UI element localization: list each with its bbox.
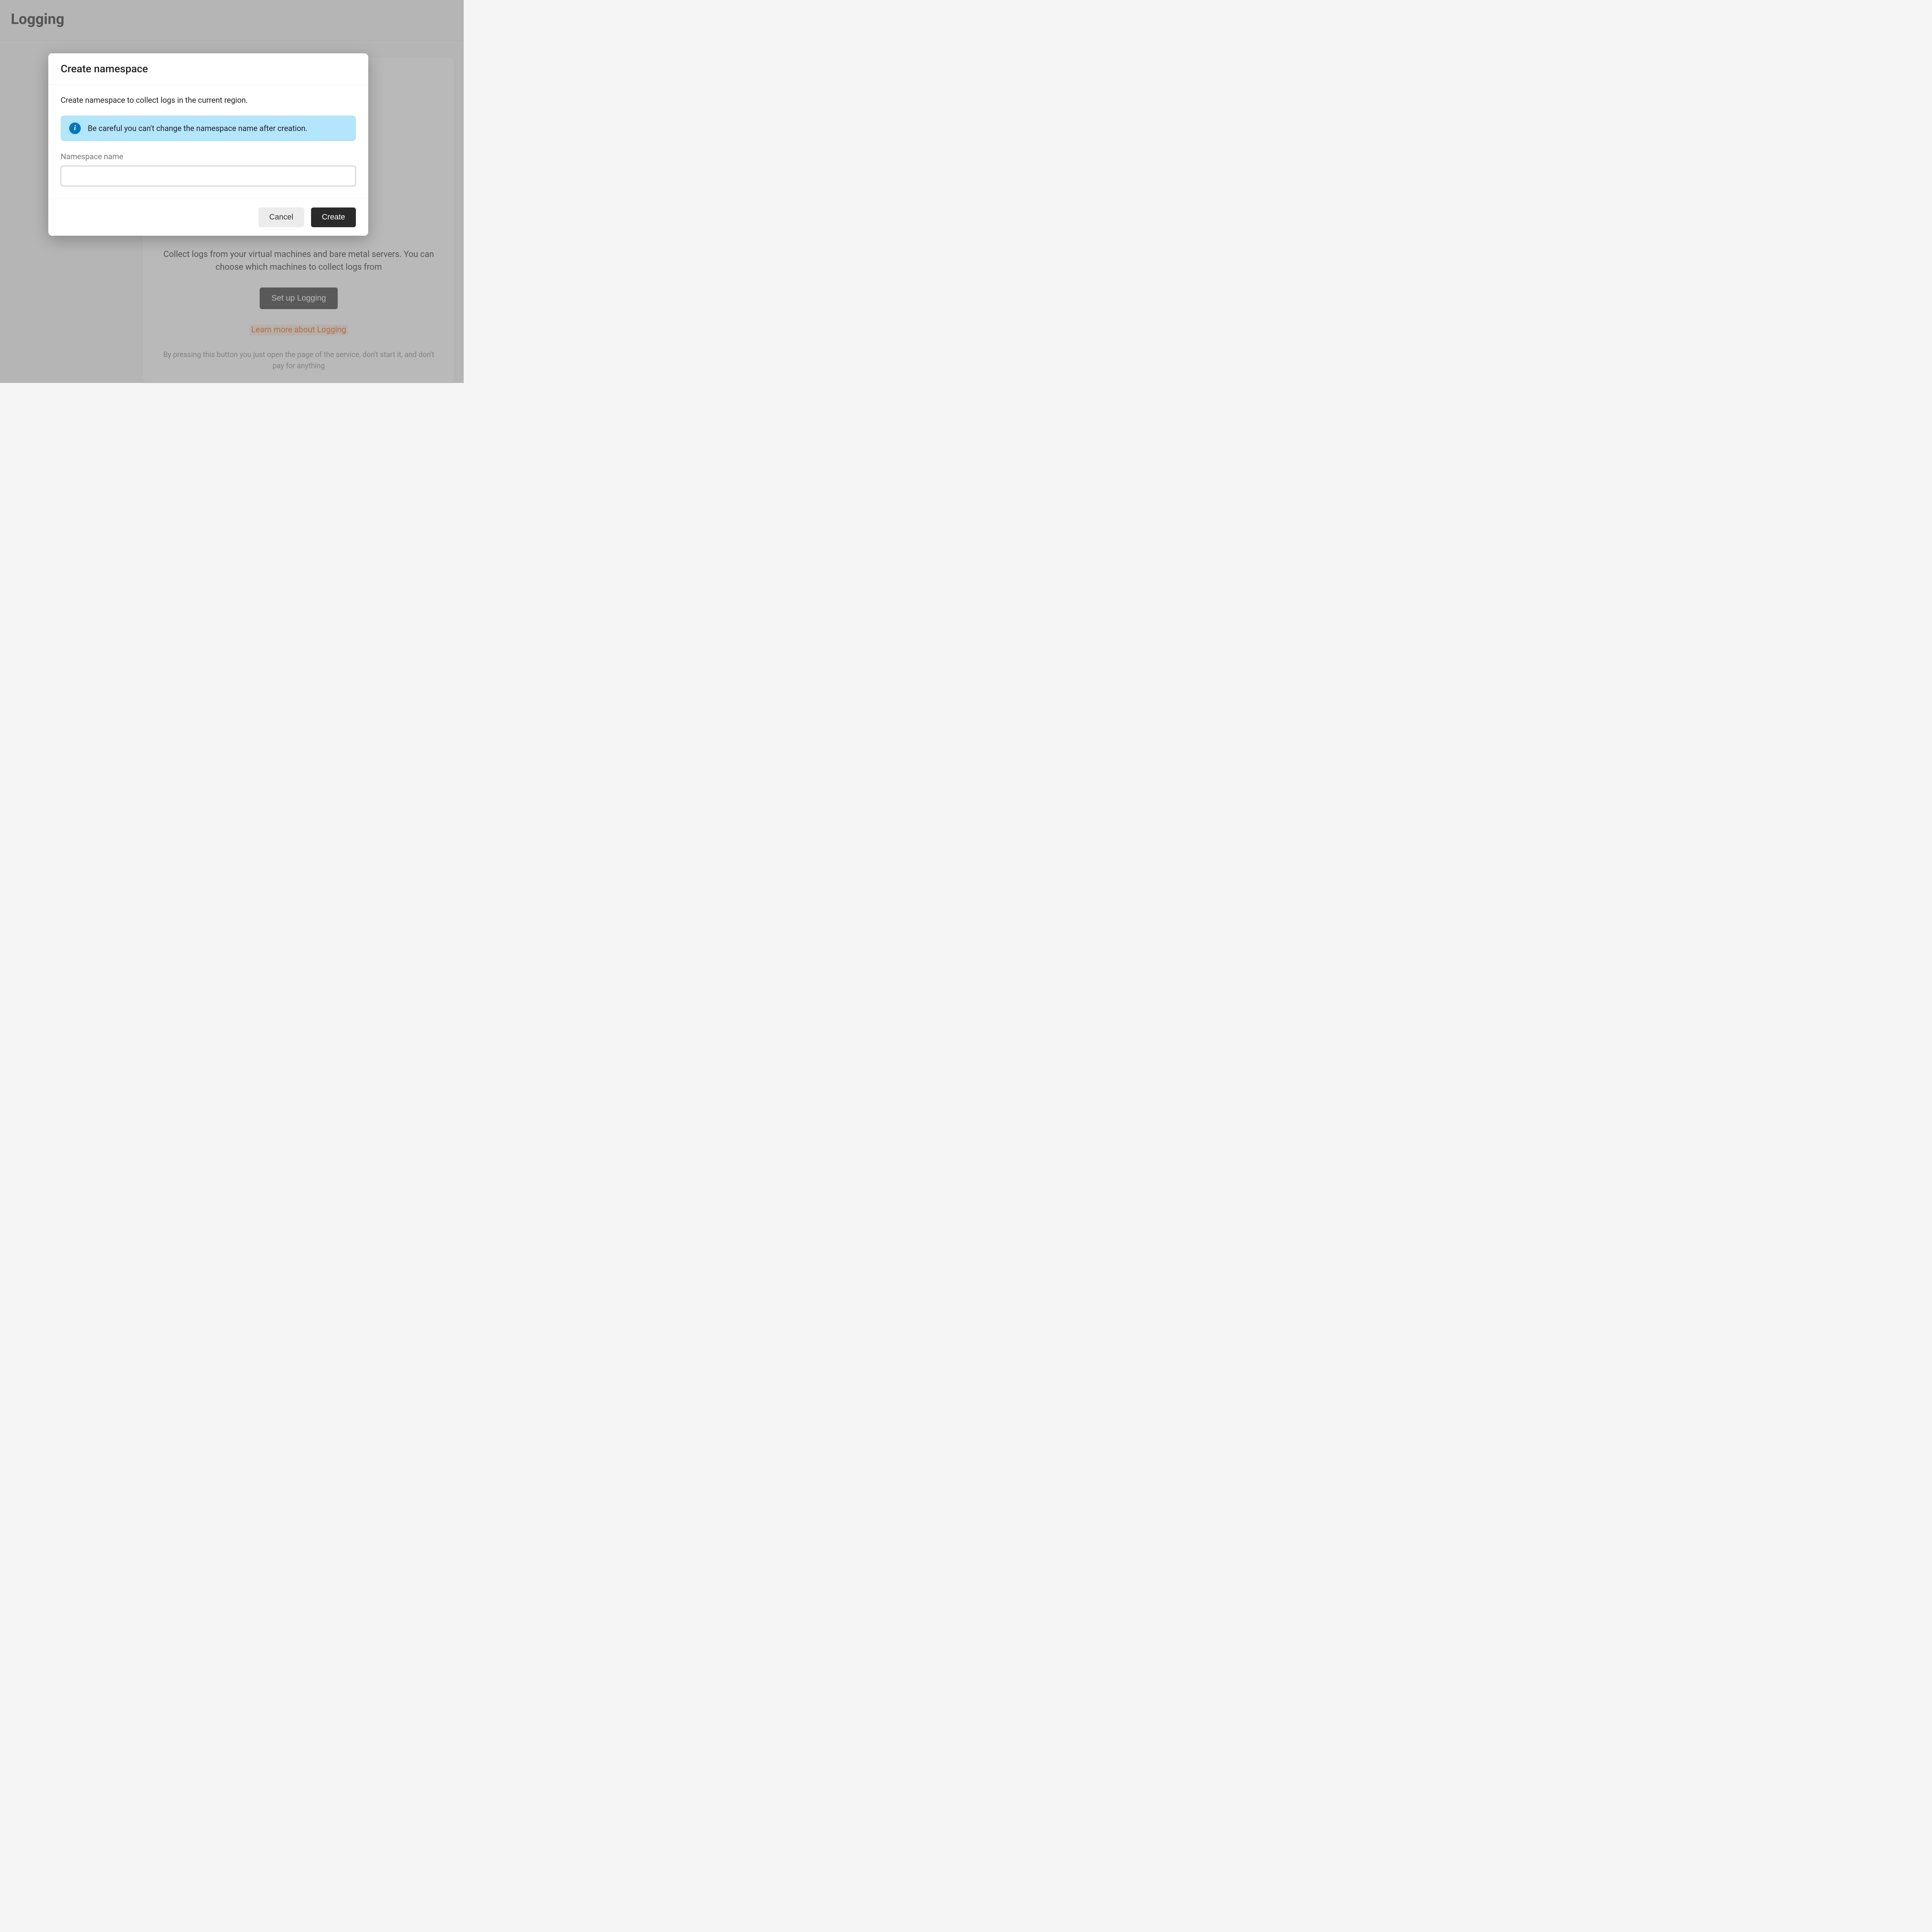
modal-footer: Cancel Create bbox=[48, 199, 368, 236]
create-button[interactable]: Create bbox=[311, 207, 356, 227]
cancel-button[interactable]: Cancel bbox=[259, 207, 304, 227]
namespace-name-label: Namespace name bbox=[61, 152, 356, 161]
namespace-name-input[interactable] bbox=[61, 166, 356, 186]
info-icon: i bbox=[69, 122, 81, 134]
modal-body: Create namespace to collect logs in the … bbox=[48, 85, 368, 199]
modal-description: Create namespace to collect logs in the … bbox=[61, 95, 356, 105]
create-namespace-modal: Create namespace Create namespace to col… bbox=[48, 53, 368, 236]
info-banner: i Be careful you can't change the namesp… bbox=[61, 116, 356, 141]
modal-title: Create namespace bbox=[61, 63, 356, 75]
info-banner-text: Be careful you can't change the namespac… bbox=[88, 124, 308, 133]
modal-header: Create namespace bbox=[48, 53, 368, 85]
